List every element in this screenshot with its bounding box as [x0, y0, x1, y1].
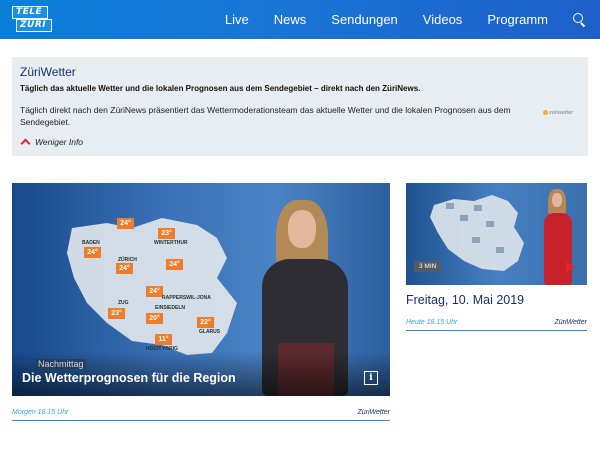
city-label: ZUG [118, 300, 129, 306]
info-icon[interactable]: i [364, 371, 378, 385]
side-video-show-link[interactable]: ZüriWetter [554, 319, 587, 326]
city-label: ZÜRICH [118, 257, 137, 263]
main-video-title[interactable]: Die Wetterprognosen für die Region [22, 371, 236, 385]
temp-badge: 11° [155, 334, 172, 345]
temp-badge: 24° [166, 259, 183, 270]
temp-badge: 24° [116, 263, 133, 274]
main-video-airtime: Morgen 18.15 Uhr [12, 409, 69, 416]
nav-item-news[interactable]: News [274, 12, 307, 27]
show-title: ZüriWetter [20, 65, 76, 79]
temp-badge: 24° [84, 247, 101, 258]
temp-badge: 20° [146, 313, 163, 324]
side-video-title[interactable]: Freitag, 10. Mai 2019 [406, 293, 524, 307]
show-description: Täglich direkt nach den ZüriNews präsent… [20, 105, 511, 127]
city-label: GLARUS [199, 329, 221, 335]
side-video-airtime: Heute 18.15 Uhr [406, 319, 458, 326]
less-info-toggle[interactable]: Weniger Info [20, 137, 84, 149]
main-video-teaser[interactable]: 24° 23° 24° 24° 24° 24° 23° 20° 22° 11° … [12, 183, 390, 396]
telezueri-logo[interactable]: TELE ZÜRI [12, 6, 54, 34]
show-subtitle: Täglich das aktuelle Wetter und die loka… [20, 84, 421, 93]
less-info-label: Weniger Info [35, 137, 84, 147]
main-nav: Live News Sendungen Videos Programm [225, 0, 600, 39]
temp-badge: 24° [117, 218, 134, 229]
city-label: RAPPERSWIL-JONA [162, 295, 211, 301]
play-icon[interactable] [566, 262, 575, 272]
nav-item-sendungen[interactable]: Sendungen [331, 12, 398, 27]
nav-item-videos[interactable]: Videos [423, 12, 463, 27]
temp-badge: 22° [197, 317, 214, 328]
search-icon[interactable] [573, 13, 586, 26]
duration-badge: 3 MIN [414, 261, 442, 272]
nav-item-programm[interactable]: Programm [487, 12, 548, 27]
sun-icon [543, 110, 548, 115]
logo-line-2: ZÜRI [16, 19, 52, 32]
side-video-teaser[interactable]: 3 MIN [406, 183, 587, 285]
nav-item-live[interactable]: Live [225, 12, 249, 27]
city-label: EINSIEDELN [155, 305, 186, 311]
temp-badge: 24° [146, 286, 163, 297]
logo-line-1: TELE [12, 6, 48, 19]
side-video-meta: Heute 18.15 Uhr ZüriWetter [406, 319, 587, 331]
city-label: BADEN [82, 240, 100, 246]
show-info-box: ZüriWetter Täglich das aktuelle Wetter u… [12, 57, 588, 156]
temp-badge: 23° [108, 308, 125, 319]
chevron-up-icon [20, 138, 31, 149]
site-header: TELE ZÜRI Live News Sendungen Videos Pro… [0, 0, 600, 39]
weather-map [67, 218, 237, 355]
main-video-show-link[interactable]: ZüriWetter [357, 409, 390, 416]
nachmittag-label: Nachmittag [36, 359, 86, 369]
temp-badge: 23° [158, 228, 175, 239]
main-video-meta: Morgen 18.15 Uhr ZüriWetter [12, 409, 390, 421]
city-label: WINTERTHUR [154, 240, 188, 246]
zueriwetter-logo-text: züriwetter [549, 110, 573, 116]
zueriwetter-logo: züriwetter [543, 110, 573, 116]
